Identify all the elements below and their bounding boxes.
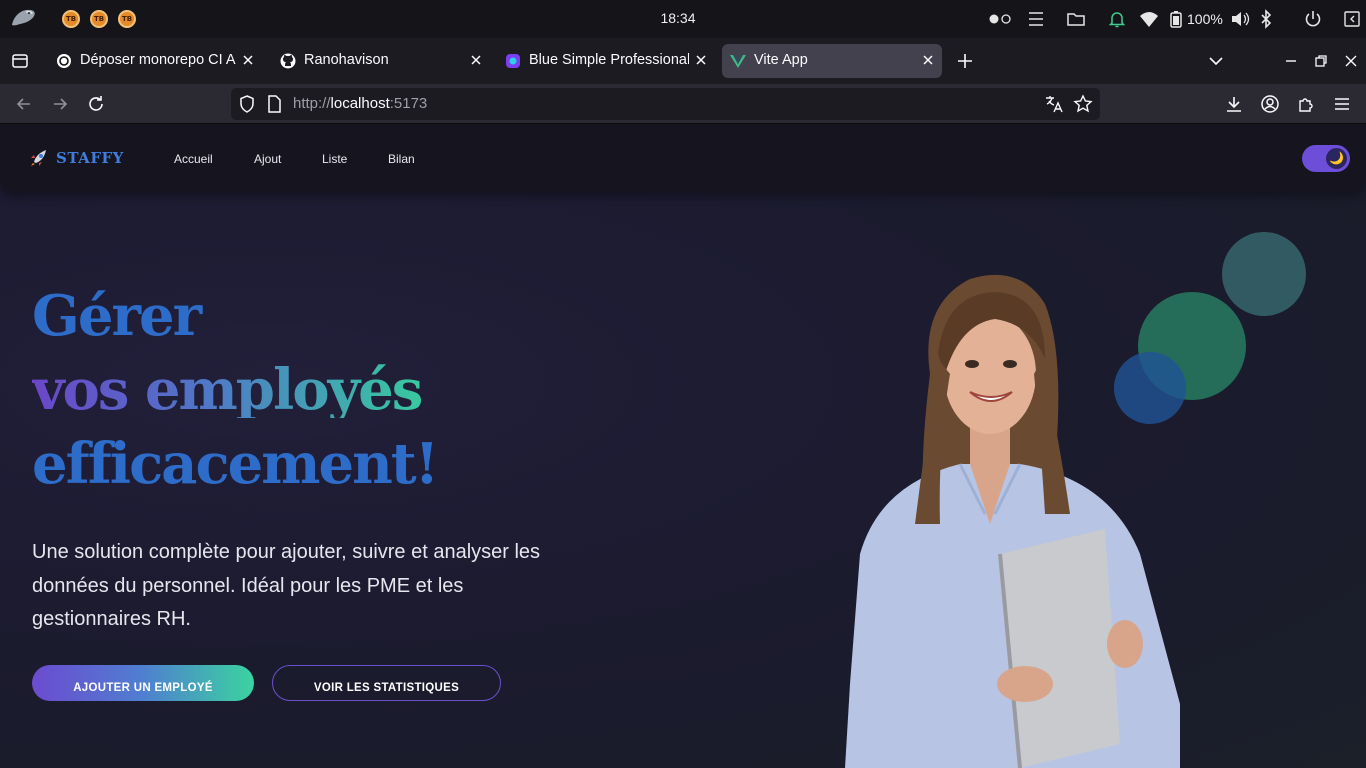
site-navbar: STAFFY Accueil Ajout Liste Bilan 🌙 — [0, 124, 1366, 192]
tab-blue-simple-professional[interactable]: Blue Simple Professional — [497, 44, 715, 78]
brand-name: STAFFY — [56, 149, 124, 167]
bird-logo-icon[interactable] — [8, 5, 38, 31]
translate-icon[interactable] — [1044, 94, 1064, 114]
shield-icon[interactable] — [237, 94, 257, 114]
hero-title-line-2: vos employés — [32, 357, 423, 423]
add-employee-button[interactable]: AJOUTER UN EMPLOYÉ — [32, 665, 254, 701]
address-bar[interactable]: http://localhost:5173 — [231, 88, 1100, 120]
nav-link-bilan[interactable]: Bilan — [388, 152, 415, 166]
tray-app-icon[interactable]: TB — [90, 10, 108, 28]
wifi-icon[interactable] — [1139, 9, 1159, 29]
new-tab-plus-icon[interactable] — [956, 52, 974, 70]
tab-title: Vite App — [754, 52, 808, 68]
browser-navigation-bar: http://localhost:5173 — [0, 84, 1366, 124]
minimize-icon[interactable] — [1282, 52, 1300, 70]
extensions-puzzle-icon[interactable] — [1296, 94, 1316, 114]
power-icon[interactable] — [1303, 9, 1323, 29]
hero-woman-illustration — [845, 274, 1180, 768]
workspace-indicator-icon[interactable] — [987, 9, 1013, 29]
hero-title-line-1: Gérer — [32, 283, 202, 349]
github-icon — [280, 53, 296, 69]
bookmark-star-icon[interactable] — [1073, 94, 1093, 114]
hero-title-line-3: efficacement! — [32, 431, 439, 497]
url-text[interactable]: http://localhost:5173 — [293, 95, 427, 112]
browser-tab-strip: Déposer monorepo CI A Ranohavison Blue S… — [0, 38, 1366, 84]
url-host: localhost — [330, 95, 390, 112]
tab-title: Blue Simple Professional — [529, 52, 689, 68]
close-icon[interactable] — [693, 52, 709, 68]
forward-arrow-icon[interactable] — [50, 94, 70, 114]
vue-icon — [730, 55, 746, 68]
page-viewport: STAFFY Accueil Ajout Liste Bilan 🌙 Gérer… — [0, 124, 1366, 768]
battery-icon[interactable] — [1166, 9, 1186, 29]
battery-percentage: 100% — [1187, 11, 1223, 27]
hamburger-menu-icon[interactable] — [1332, 94, 1352, 114]
close-icon[interactable] — [240, 52, 256, 68]
restore-icon[interactable] — [1312, 52, 1330, 70]
close-icon[interactable] — [920, 52, 936, 68]
tab-vite-app[interactable]: Vite App — [722, 44, 942, 78]
canva-icon — [506, 54, 520, 68]
list-all-tabs-chevron-icon[interactable] — [1207, 52, 1225, 70]
bluetooth-icon[interactable] — [1256, 9, 1276, 29]
tab-title: Déposer monorepo CI A — [80, 52, 236, 68]
tab-title: Ranohavison — [304, 52, 389, 68]
os-top-panel: TB TB TB 18:34 100% — [0, 0, 1366, 38]
theme-toggle[interactable]: 🌙 — [1302, 145, 1350, 172]
system-clock[interactable]: 18:34 — [640, 10, 716, 26]
show-desktop-icon[interactable] — [1342, 9, 1362, 29]
volume-icon[interactable] — [1230, 9, 1250, 29]
hero-subtitle: Une solution complète pour ajouter, suiv… — [32, 541, 541, 630]
url-scheme: http:// — [293, 95, 331, 112]
folder-icon[interactable] — [1066, 9, 1086, 29]
tray-app-icon[interactable]: TB — [62, 10, 80, 28]
decorative-circle — [1222, 232, 1306, 316]
rocket-icon — [31, 150, 46, 166]
nav-link-ajout[interactable]: Ajout — [254, 152, 281, 166]
tray-app-icon[interactable]: TB — [118, 10, 136, 28]
notification-bell-icon[interactable] — [1107, 9, 1127, 29]
close-icon[interactable] — [468, 52, 484, 68]
openai-icon — [57, 54, 71, 68]
url-port: :5173 — [389, 95, 428, 112]
menu-list-icon[interactable] — [1026, 9, 1046, 29]
brand-logo[interactable]: STAFFY — [30, 148, 124, 167]
account-icon[interactable] — [1260, 94, 1280, 114]
moon-icon: 🌙 — [1326, 148, 1347, 169]
back-arrow-icon[interactable] — [14, 94, 34, 114]
tab-ranohavison[interactable]: Ranohavison — [272, 44, 490, 78]
nav-link-liste[interactable]: Liste — [322, 152, 347, 166]
page-info-icon[interactable] — [264, 94, 284, 114]
close-window-icon[interactable] — [1342, 52, 1360, 70]
reload-icon[interactable] — [86, 94, 106, 114]
view-statistics-button[interactable]: VOIR LES STATISTIQUES — [272, 665, 501, 701]
firefox-view-icon[interactable] — [11, 52, 29, 70]
tab-deposer-monorepo[interactable]: Déposer monorepo CI A — [48, 44, 262, 78]
downloads-icon[interactable] — [1224, 94, 1244, 114]
nav-link-accueil[interactable]: Accueil — [174, 152, 213, 166]
